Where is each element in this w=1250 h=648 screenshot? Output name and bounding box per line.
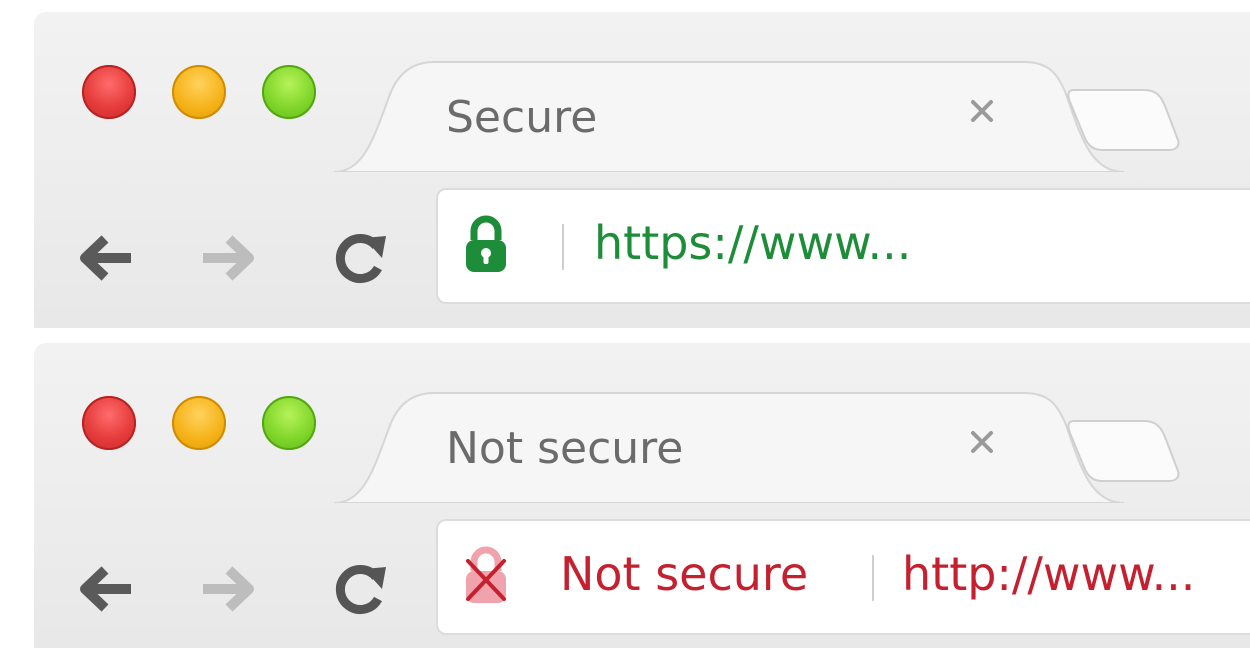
reload-button[interactable] — [328, 561, 392, 617]
maximize-window-button[interactable] — [262, 65, 316, 119]
close-window-button[interactable] — [82, 396, 136, 450]
maximize-window-button[interactable] — [262, 396, 316, 450]
reload-button[interactable] — [328, 230, 392, 286]
address-bar[interactable]: https://www... — [436, 188, 1250, 304]
close-icon — [971, 100, 993, 122]
tab-title[interactable]: Secure — [446, 92, 597, 143]
address-separator — [872, 555, 874, 601]
tab-close-button[interactable] — [967, 96, 1007, 136]
tab-close-button[interactable] — [967, 427, 1007, 467]
address-separator — [562, 224, 564, 270]
tab-title[interactable]: Not secure — [446, 423, 683, 474]
reload-icon — [335, 234, 386, 283]
minimize-window-button[interactable] — [172, 396, 226, 450]
lock-icon — [466, 215, 506, 272]
forward-arrow-icon — [203, 566, 254, 612]
back-arrow-icon — [80, 235, 131, 281]
tab-strip: Secure — [34, 12, 1250, 172]
forward-button[interactable] — [196, 561, 260, 617]
forward-arrow-icon — [203, 235, 254, 281]
back-button[interactable] — [74, 561, 138, 617]
browser-window-secure: Secure https://www... — [34, 12, 1250, 328]
back-arrow-icon — [80, 566, 131, 612]
close-icon — [971, 431, 993, 453]
back-button[interactable] — [74, 230, 138, 286]
reload-icon — [335, 565, 386, 614]
broken-lock-icon — [466, 546, 506, 603]
url-text[interactable]: https://www... — [594, 216, 911, 270]
forward-button[interactable] — [196, 230, 260, 286]
browser-window-not-secure: Not secure Not secure http://www... — [34, 343, 1250, 648]
minimize-window-button[interactable] — [172, 65, 226, 119]
address-bar[interactable]: Not secure http://www... — [436, 519, 1250, 635]
tab-strip: Not secure — [34, 343, 1250, 503]
close-window-button[interactable] — [82, 65, 136, 119]
security-status-text[interactable]: Not secure — [560, 547, 808, 601]
url-text[interactable]: http://www... — [902, 547, 1195, 601]
